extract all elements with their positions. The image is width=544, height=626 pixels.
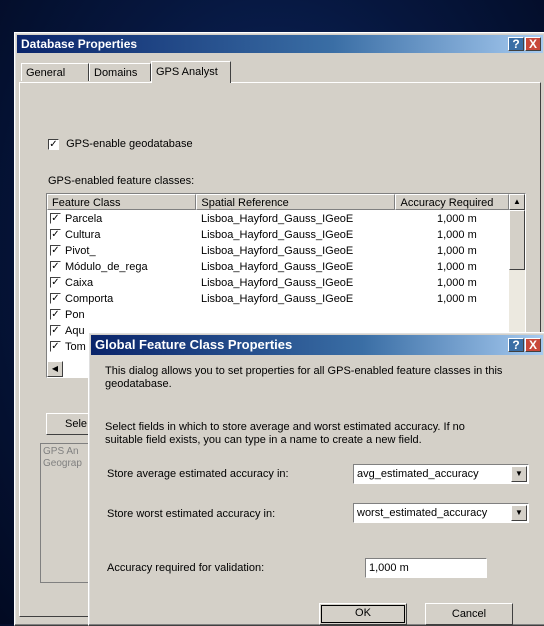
tab-gps-analyst[interactable]: GPS Analyst: [151, 61, 231, 83]
global-dialog-title: Global Feature Class Properties: [95, 337, 293, 352]
row-feature-class: Caixa: [65, 277, 94, 289]
row-feature-class: Pivot_: [65, 245, 96, 257]
row-spatial-reference: Lisboa_Hayford_Gauss_IGeoE: [201, 277, 354, 289]
row-checkbox[interactable]: ✓: [50, 309, 61, 320]
global-help-button[interactable]: ?: [508, 338, 524, 352]
cancel-button[interactable]: Cancel: [425, 603, 513, 625]
scroll-up-arrow-icon[interactable]: ▲: [509, 194, 525, 210]
list-item[interactable]: ✓ Comporta Lisboa_Hayford_Gauss_IGeoE 1,000…: [47, 291, 509, 307]
row-feature-class: Módulo_de_rega: [65, 261, 148, 273]
row-feature-class: Comporta: [65, 293, 114, 305]
row-spatial-reference: Lisboa_Hayford_Gauss_IGeoE: [201, 229, 354, 241]
col-accuracy-required[interactable]: Accuracy Required: [395, 194, 509, 210]
validation-accuracy-input[interactable]: 1,000 m: [365, 558, 487, 578]
list-item[interactable]: ✓ Cultura Lisboa_Hayford_Gauss_IGeoE 1,000 …: [47, 227, 509, 243]
global-close-button[interactable]: X: [525, 338, 541, 352]
chevron-down-icon[interactable]: ▼: [511, 466, 527, 482]
scroll-thumb[interactable]: [509, 210, 525, 270]
list-item[interactable]: ✓ Parcela Lisboa_Hayford_Gauss_IGeoE 1,000 …: [47, 211, 509, 227]
row-checkbox[interactable]: ✓: [50, 261, 61, 272]
avg-accuracy-label: Store average estimated accuracy in:: [107, 468, 289, 480]
validation-label: Accuracy required for validation:: [107, 562, 265, 574]
worst-accuracy-label: Store worst estimated accuracy in:: [107, 508, 276, 520]
col-feature-class[interactable]: Feature Class: [47, 194, 197, 210]
worst-accuracy-combo[interactable]: worst_estimated_accuracy ▼: [353, 503, 529, 523]
tab-general-label: General: [26, 67, 66, 79]
help-icon: ?: [512, 338, 520, 352]
help-icon: ?: [512, 37, 520, 51]
row-checkbox[interactable]: ✓: [50, 341, 61, 352]
close-icon: X: [528, 37, 537, 51]
worst-accuracy-value: worst_estimated_accuracy: [357, 507, 488, 519]
gps-enable-checkbox[interactable]: ✓: [48, 138, 59, 150]
row-accuracy: 1,000 m: [437, 277, 477, 289]
row-spatial-reference: Lisboa_Hayford_Gauss_IGeoE: [201, 293, 354, 305]
global-titlebar[interactable]: Global Feature Class Properties ? X: [91, 335, 543, 355]
fields-text: Select fields in which to store average …: [105, 421, 465, 447]
validation-accuracy-value: 1,000 m: [369, 562, 409, 574]
list-item[interactable]: ✓ Pon: [47, 307, 509, 323]
row-feature-class: Cultura: [65, 229, 101, 241]
tab-domains[interactable]: Domains: [89, 63, 151, 81]
intro-text: This dialog allows you to set properties…: [105, 365, 502, 391]
row-checkbox[interactable]: ✓: [50, 293, 61, 304]
row-checkbox[interactable]: ✓: [50, 245, 61, 256]
row-feature-class: Aqu: [65, 325, 85, 337]
row-checkbox[interactable]: ✓: [50, 213, 61, 224]
row-feature-class: Pon: [65, 309, 85, 321]
list-item[interactable]: ✓ Caixa Lisboa_Hayford_Gauss_IGeoE 1,000 m: [47, 275, 509, 291]
row-accuracy: 1,000 m: [437, 261, 477, 273]
global-feature-class-dialog: Global Feature Class Properties ? X This…: [88, 332, 544, 626]
tab-gps-analyst-label: GPS Analyst: [156, 66, 218, 78]
gps-enable-label: GPS-enable geodatabase: [66, 138, 193, 150]
list-header: Feature Class Spatial Reference Accuracy…: [47, 194, 509, 210]
gps-enable-row[interactable]: ✓ GPS-enable geodatabase: [48, 138, 193, 150]
fields-line-1: Select fields in which to store average …: [105, 421, 465, 433]
intro-line-2: geodatabase.: [105, 378, 172, 390]
ok-button[interactable]: OK: [319, 603, 407, 625]
col-spatial-reference[interactable]: Spatial Reference: [196, 194, 396, 210]
row-accuracy: 1,000 m: [437, 293, 477, 305]
avg-accuracy-value: avg_estimated_accuracy: [357, 468, 479, 480]
row-spatial-reference: Lisboa_Hayford_Gauss_IGeoE: [201, 261, 354, 273]
row-accuracy: 1,000 m: [437, 229, 477, 241]
avg-accuracy-combo[interactable]: avg_estimated_accuracy ▼: [353, 464, 529, 484]
row-feature-class: Parcela: [65, 213, 103, 225]
row-accuracy: 1,000 m: [437, 213, 477, 225]
tab-general[interactable]: General: [21, 63, 89, 81]
list-item[interactable]: ✓ Módulo_de_rega Lisboa_Hayford_Gauss_IGeo…: [47, 259, 509, 275]
db-title: Database Properties: [21, 37, 138, 51]
row-spatial-reference: Lisboa_Hayford_Gauss_IGeoE: [201, 245, 354, 257]
row-checkbox[interactable]: ✓: [50, 325, 61, 336]
tab-domains-label: Domains: [94, 67, 138, 79]
row-checkbox[interactable]: ✓: [50, 229, 61, 240]
row-spatial-reference: Lisboa_Hayford_Gauss_IGeoE: [201, 213, 354, 225]
cancel-button-label: Cancel: [451, 608, 487, 620]
row-feature-class: Tom: [65, 341, 86, 353]
db-titlebar[interactable]: Database Properties ? X: [17, 35, 543, 53]
db-close-button[interactable]: X: [525, 37, 541, 51]
feature-classes-label: GPS-enabled feature classes:: [48, 175, 195, 187]
db-help-button[interactable]: ?: [508, 37, 524, 51]
list-item[interactable]: ✓ Pivot_ Lisboa_Hayford_Gauss_IGeoE 1,000 m: [47, 243, 509, 259]
scroll-left-arrow-icon[interactable]: ◀: [47, 361, 63, 377]
close-icon: X: [528, 338, 537, 352]
row-checkbox[interactable]: ✓: [50, 277, 61, 288]
intro-line-1: This dialog allows you to set properties…: [105, 365, 503, 377]
row-accuracy: 1,000 m: [437, 245, 477, 257]
ok-button-label: OK: [355, 607, 371, 619]
fields-line-2: suitable field exists, you can type in a…: [105, 434, 422, 446]
chevron-down-icon[interactable]: ▼: [511, 505, 527, 521]
select-button-label: Sele: [64, 418, 88, 430]
